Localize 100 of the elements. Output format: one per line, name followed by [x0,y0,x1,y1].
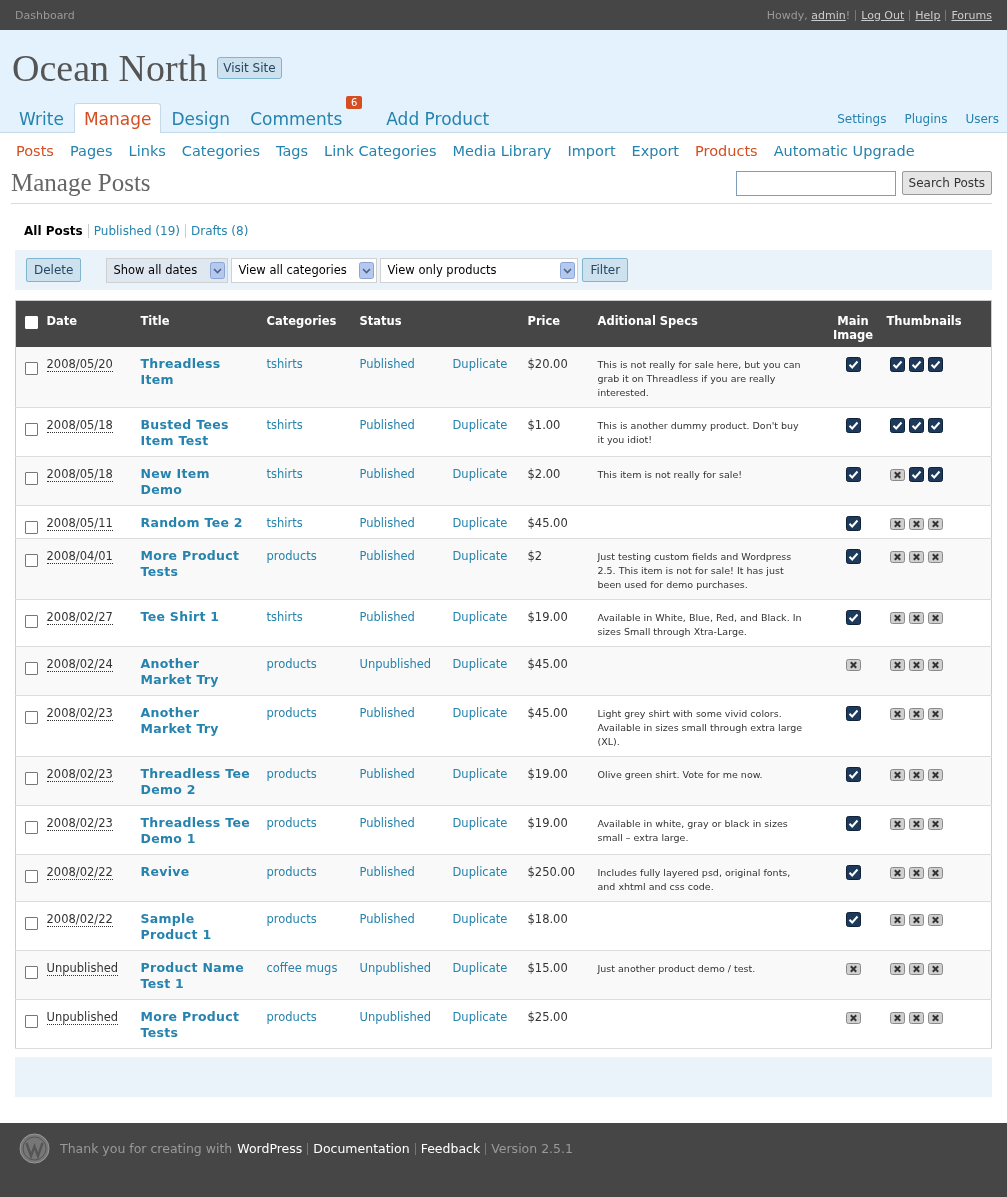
price-text: $19.00 [527,766,568,781]
submenu-link[interactable]: Tags [268,143,317,163]
footer-link[interactable]: Feedback [414,1142,486,1155]
submenu-link[interactable]: Categories [173,143,268,163]
category-link[interactable]: tshirts [266,515,303,530]
status-link[interactable]: Published [359,815,415,830]
status-link[interactable]: Unpublished [359,1009,432,1024]
row-checkbox[interactable] [25,820,38,834]
category-link[interactable]: products [266,766,317,781]
duplicate-link[interactable]: Duplicate [452,1009,508,1024]
top-link[interactable]: Help [909,9,941,21]
specs-text: Includes fully layered psd, original fonts, and xhtml and css code. [597,865,792,894]
row-checkbox[interactable] [25,422,38,436]
duplicate-link[interactable]: Duplicate [452,548,508,563]
row-checkbox[interactable] [25,520,38,534]
menu-tab[interactable]: Add Product [376,103,500,133]
filter-dropdown[interactable]: Show all dates [106,257,229,283]
category-link[interactable]: products [266,1009,317,1024]
footer-link[interactable]: Documentation [307,1142,415,1155]
post-title-link[interactable]: Revive [140,863,190,880]
submenu-link[interactable]: Export [623,143,688,163]
menu-tab[interactable]: Write [9,103,74,133]
category-link[interactable]: tshirts [266,356,303,371]
submenu-link[interactable]: Products [687,143,766,163]
post-title-link[interactable]: Threadless Tee Demo 1 [140,814,251,847]
status-link[interactable]: Published [359,515,415,530]
submenu-link[interactable]: Media Library [444,143,560,163]
filter-dropdown[interactable]: View only products [380,257,579,283]
menu-tab[interactable]: Design [161,103,241,133]
post-title-link[interactable]: More Product Tests [140,1008,251,1041]
status-link[interactable]: Published [359,548,415,563]
duplicate-link[interactable]: Duplicate [452,705,508,720]
row-checkbox[interactable] [25,916,38,930]
post-title-link[interactable]: Busted Tees Item Test [140,416,251,449]
row-checkbox[interactable] [25,965,38,979]
row-checkbox[interactable] [25,869,38,883]
submenu-link[interactable]: Link Categories [316,143,445,163]
top-link[interactable]: Log Out [855,9,905,21]
category-link[interactable]: tshirts [266,466,303,481]
specs-text: Just testing custom fields and Wordpress 2.5. This item is not for sale! It has just been used for demo purchases. [597,549,793,592]
submenu-link[interactable]: Links [120,143,174,163]
row-checkbox[interactable] [25,553,38,567]
row-checkbox[interactable] [25,661,38,675]
user-link[interactable]: admin [811,8,846,22]
submenu-link[interactable]: Import [559,143,624,163]
status-link[interactable]: Published [359,911,415,926]
delete-button[interactable]: Delete [26,258,82,282]
status-link[interactable]: Published [359,356,415,371]
duplicate-link[interactable]: Duplicate [452,609,508,624]
status-link[interactable]: Published [359,864,415,879]
row-checkbox[interactable] [25,361,38,375]
row-checkbox[interactable] [25,771,38,785]
visit-site-button[interactable]: Visit Site [217,57,282,79]
menu-tab[interactable]: Manage [73,103,162,133]
duplicate-link[interactable]: Duplicate [452,515,508,530]
status-link[interactable]: Published [359,609,415,624]
select-all-checkbox[interactable] [25,316,38,329]
top-link[interactable]: Forums [945,9,992,21]
category-link[interactable]: products [266,911,317,926]
row-checkbox[interactable] [25,471,38,485]
settings-menu-link[interactable]: Settings [837,112,887,126]
submenu-link[interactable]: Posts [8,143,62,163]
post-title-link[interactable]: Another Market Try [140,704,251,737]
status-link[interactable]: Published [359,466,415,481]
category-link[interactable]: products [266,815,317,830]
view-filter-link[interactable]: All Posts [19,224,88,238]
submenu-link[interactable]: Pages [61,143,121,163]
footer-link[interactable]: WordPress [232,1141,308,1156]
status-link[interactable]: Published [359,417,415,432]
category-link[interactable]: products [266,548,317,563]
filter-dropdown[interactable]: View all categories [231,257,378,283]
post-title-link[interactable]: Sample Product 1 [140,910,251,943]
row-checkbox[interactable] [25,614,38,628]
row-checkbox[interactable] [25,710,38,724]
category-link[interactable]: tshirts [266,417,303,432]
view-filter-link[interactable]: Published (19) [87,224,185,238]
date-text: 2008/02/22 [46,864,113,880]
post-title-link[interactable]: Random Tee 2 [140,514,243,531]
view-filter-link[interactable]: Drafts (8) [185,224,254,238]
category-link[interactable]: products [266,656,317,671]
duplicate-link[interactable]: Duplicate [452,815,508,830]
duplicate-link[interactable]: Duplicate [452,417,508,432]
status-link[interactable]: Published [359,705,415,720]
post-title-link[interactable]: Tee Shirt 1 [140,608,220,625]
price-text: $45.00 [527,656,568,671]
row-checkbox[interactable] [25,1014,38,1028]
submenu-link[interactable]: Automatic Upgrade [765,143,923,163]
duplicate-link[interactable]: Duplicate [452,911,508,926]
category-link[interactable]: tshirts [266,609,303,624]
settings-menu-link[interactable]: Plugins [904,112,948,126]
duplicate-link[interactable]: Duplicate [452,356,508,371]
category-link[interactable]: products [266,864,317,879]
settings-menu-link[interactable]: Users [965,112,999,126]
category-link[interactable]: products [266,705,317,720]
search-field[interactable] [735,170,896,196]
dashboard-link[interactable]: Dashboard [15,8,75,22]
specs-text: Available in White, Blue, Red, and Black. In sizes Small through Xtra-Large. [597,610,803,639]
status-link[interactable]: Published [359,766,415,781]
search-posts-button[interactable]: Search Posts [901,171,992,195]
filter-button[interactable]: Filter [582,258,629,282]
